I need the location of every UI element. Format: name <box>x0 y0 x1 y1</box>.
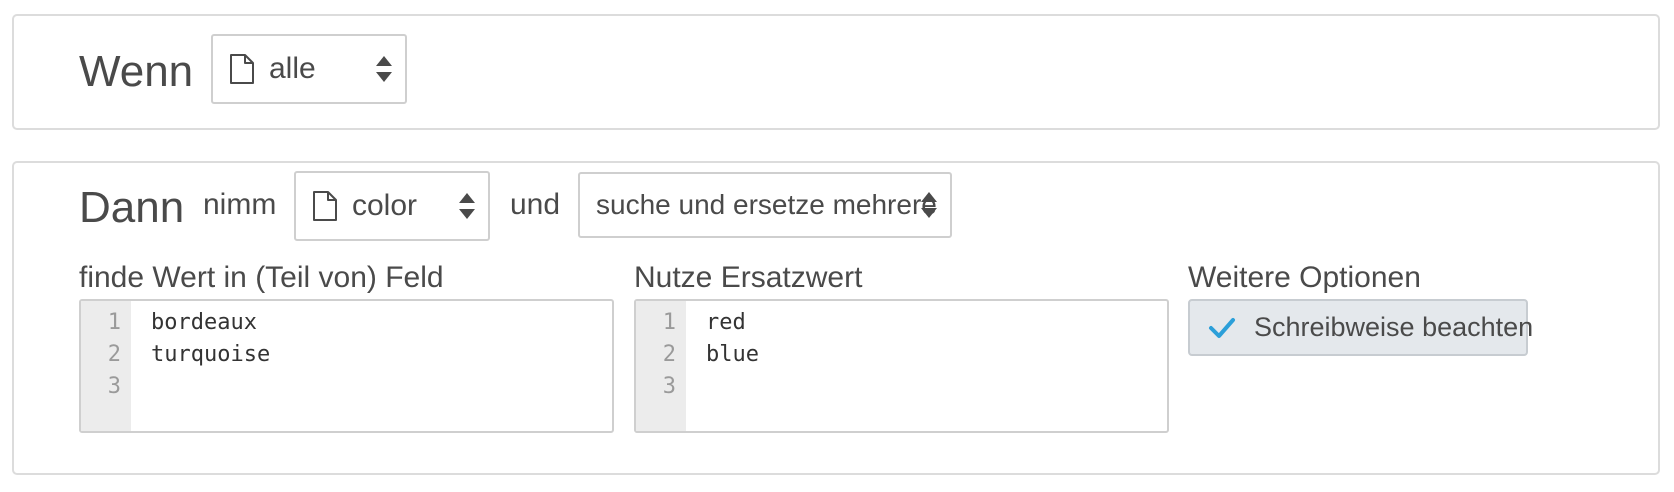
code-line[interactable]: bordeaux <box>151 307 612 339</box>
code-line[interactable] <box>706 371 1167 403</box>
scope-select[interactable]: alle <box>211 34 407 104</box>
find-value-label: finde Wert in (Teil von) Feld <box>79 261 444 294</box>
case-sensitive-toggle-button[interactable]: Schreibweise beachten <box>1188 299 1533 356</box>
field-select[interactable]: color <box>294 171 490 241</box>
action-select-value: suche und ersetze mehrere <box>596 189 937 220</box>
code-line[interactable]: blue <box>706 339 1167 371</box>
code-area[interactable]: bordeaux turquoise <box>131 301 612 431</box>
document-icon <box>229 53 255 85</box>
code-line[interactable] <box>151 371 612 403</box>
sort-arrows-icon <box>458 191 476 221</box>
line-number-gutter: 1 2 3 <box>636 301 686 431</box>
line-number: 3 <box>107 374 121 399</box>
sort-arrows-icon <box>375 54 393 84</box>
sort-arrows-icon <box>920 190 938 220</box>
code-line[interactable]: turquoise <box>151 339 612 371</box>
if-heading: Wenn <box>79 47 194 96</box>
line-number-gutter: 1 2 3 <box>81 301 131 431</box>
line-number: 1 <box>107 310 121 335</box>
line-number: 2 <box>107 342 121 367</box>
replace-value-label: Nutze Ersatzwert <box>634 261 863 294</box>
line-number: 2 <box>662 342 676 367</box>
check-icon <box>1208 316 1236 340</box>
code-area[interactable]: red blue <box>686 301 1167 431</box>
line-number: 1 <box>662 310 676 335</box>
take-label: nimm <box>203 188 277 221</box>
and-label: und <box>510 188 561 221</box>
case-sensitive-label: Schreibweise beachten <box>1254 312 1534 342</box>
then-heading: Dann <box>79 183 185 232</box>
document-icon <box>312 190 338 222</box>
action-select[interactable]: suche und ersetze mehrere <box>578 172 952 238</box>
replace-value-editor[interactable]: 1 2 3 red blue <box>634 299 1169 433</box>
find-value-editor[interactable]: 1 2 3 bordeaux turquoise <box>79 299 614 433</box>
code-line[interactable]: red <box>706 307 1167 339</box>
more-options-label: Weitere Optionen <box>1188 261 1421 294</box>
line-number: 3 <box>662 374 676 399</box>
